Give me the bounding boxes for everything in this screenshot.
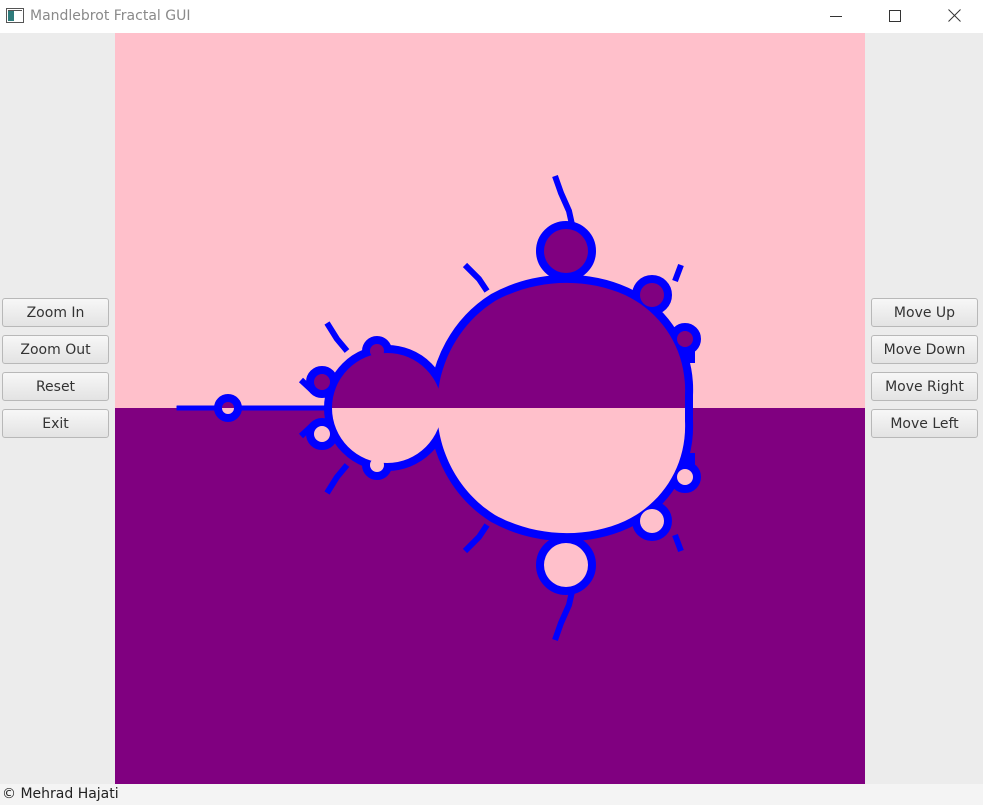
move-up-button[interactable]: Move Up	[871, 298, 978, 327]
move-down-button[interactable]: Move Down	[871, 335, 978, 364]
maximize-button[interactable]	[866, 0, 924, 31]
exit-button[interactable]: Exit	[2, 409, 109, 438]
title-bar[interactable]: Mandlebrot Fractal GUI	[0, 0, 983, 33]
close-icon	[947, 9, 961, 22]
minimize-icon	[830, 15, 842, 17]
zoom-out-button[interactable]: Zoom Out	[2, 335, 109, 364]
app-window-icon	[6, 8, 24, 23]
fractal-canvas[interactable]	[115, 33, 865, 784]
close-button[interactable]	[925, 0, 983, 31]
reset-button[interactable]: Reset	[2, 372, 109, 401]
move-left-button[interactable]: Move Left	[871, 409, 978, 438]
right-control-panel: Move Up Move Down Move Right Move Left	[865, 33, 983, 784]
zoom-in-button[interactable]: Zoom In	[2, 298, 109, 327]
move-right-button[interactable]: Move Right	[871, 372, 978, 401]
minimize-button[interactable]	[807, 0, 865, 31]
maximize-icon	[889, 9, 901, 22]
left-control-panel: Zoom In Zoom Out Reset Exit	[0, 33, 115, 784]
status-footer: © Mehrad Hajati	[0, 784, 983, 805]
window-title: Mandlebrot Fractal GUI	[30, 8, 191, 24]
copyright-label: © Mehrad Hajati	[2, 786, 119, 802]
